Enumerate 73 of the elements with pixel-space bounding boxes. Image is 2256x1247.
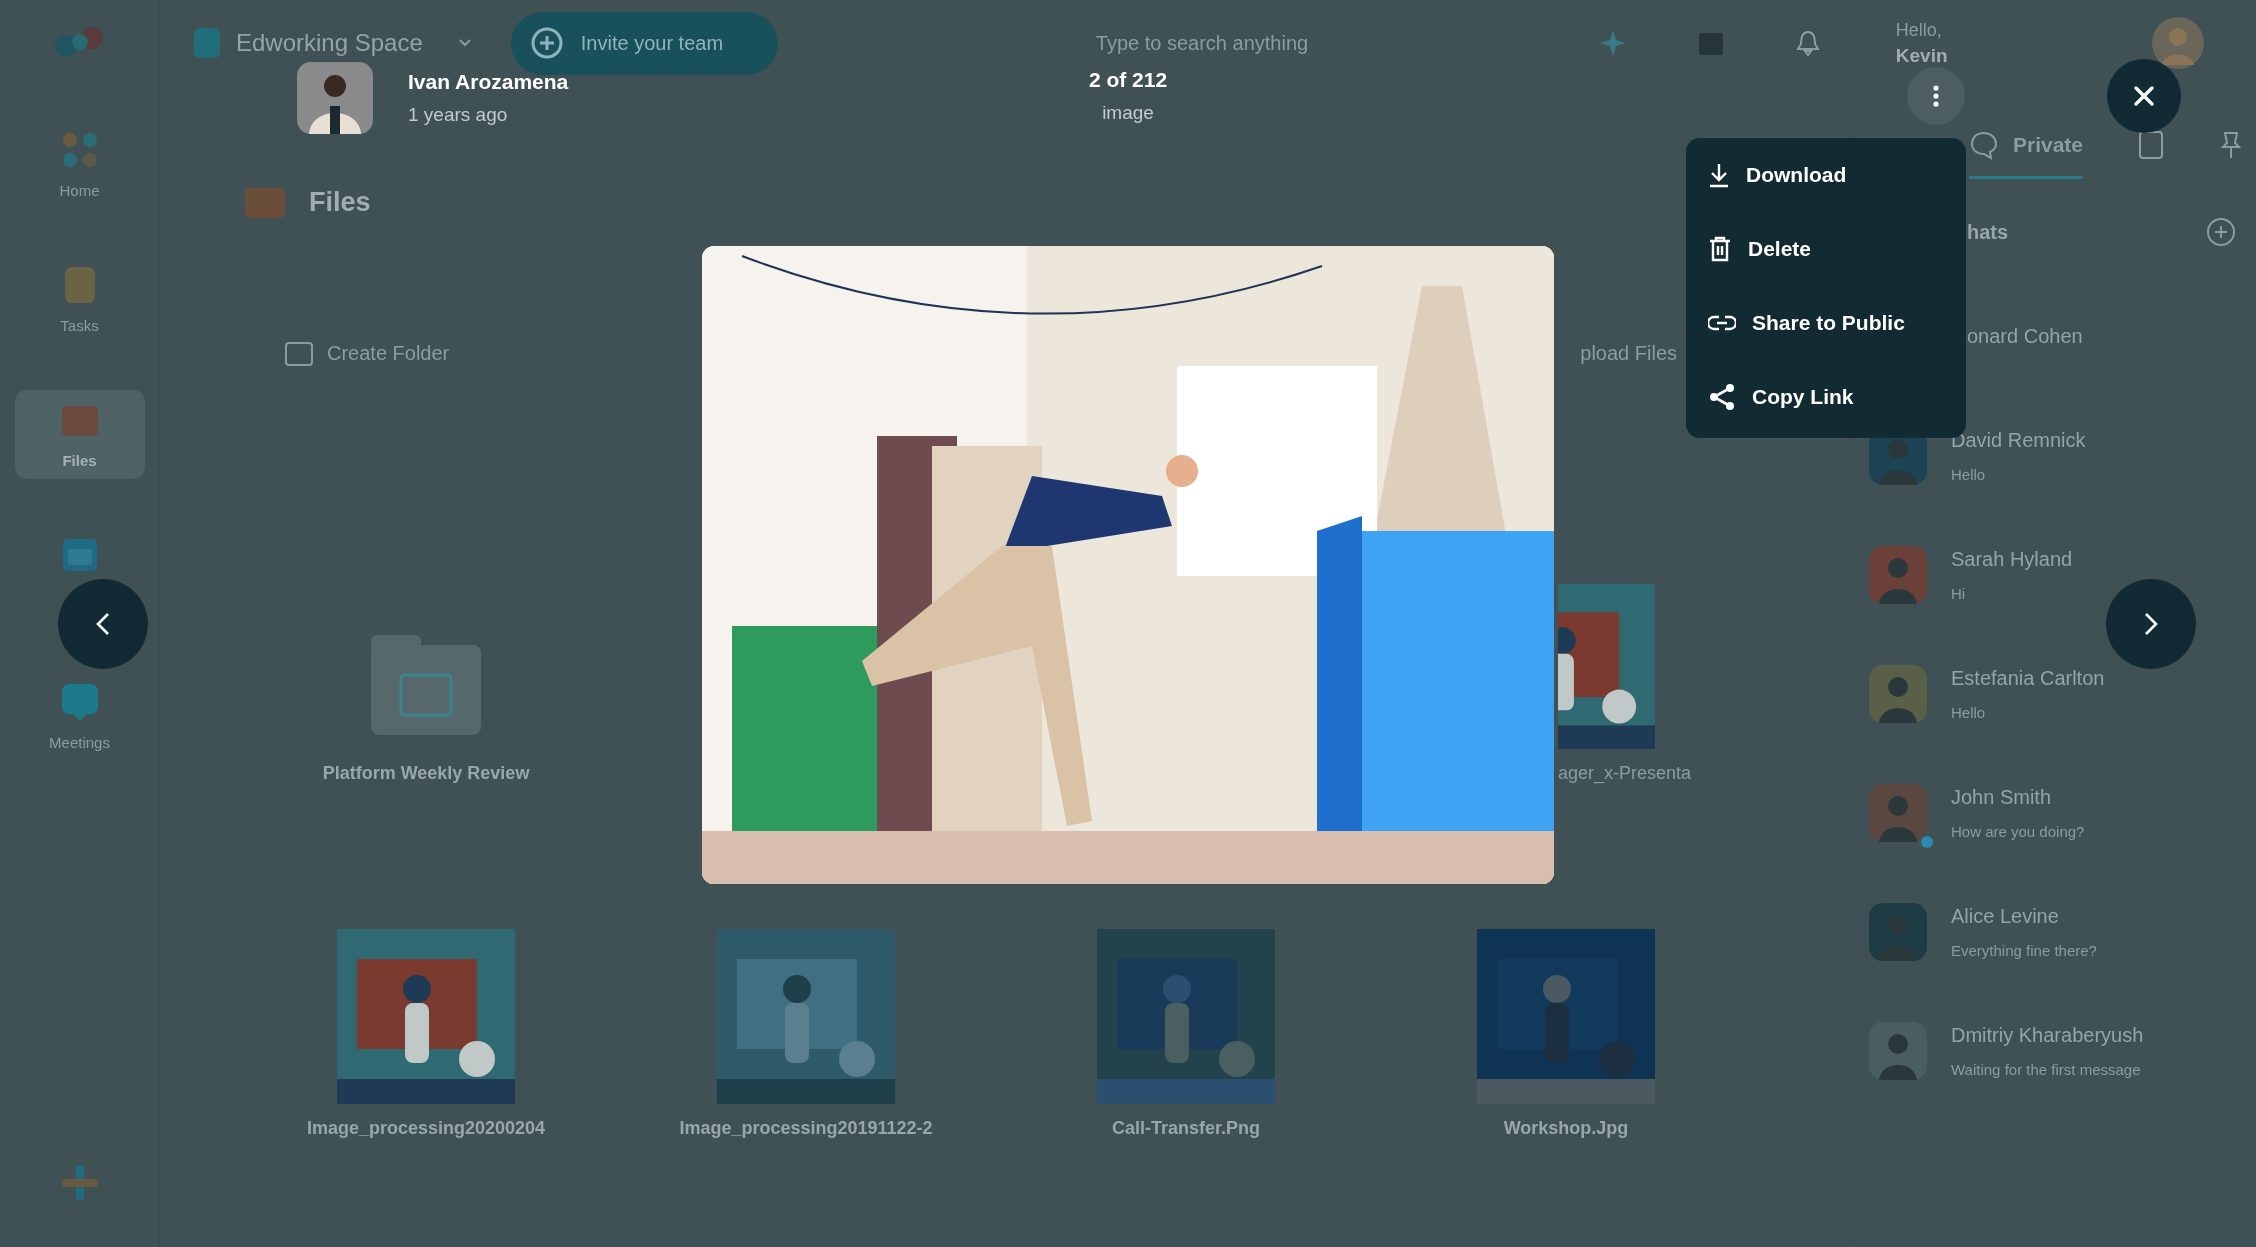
contact-name: Dmitriy Kharaberyush bbox=[1951, 1023, 2144, 1047]
trash-icon bbox=[1708, 236, 1732, 262]
menu-item[interactable]: Delete bbox=[1686, 212, 1966, 286]
workspace-icon bbox=[194, 28, 220, 58]
add-icon[interactable] bbox=[2206, 217, 2236, 247]
file-icon bbox=[2139, 131, 2164, 159]
message-preview: How are you doing? bbox=[1951, 822, 2085, 840]
link-icon bbox=[1708, 315, 1736, 331]
message-preview: Hello bbox=[1951, 465, 1987, 483]
section-title: hats bbox=[1967, 220, 2009, 244]
close-icon bbox=[2133, 85, 2155, 107]
chat-item[interactable]: Dmitriy Kharaberyush Waiting for the first message bbox=[1869, 991, 2256, 1110]
file-name[interactable]: Image_processing20191122-2 bbox=[679, 1118, 933, 1139]
folder-icon bbox=[285, 340, 313, 366]
search-field[interactable]: Type to search anything bbox=[1093, 30, 1528, 56]
chat-tab[interactable]: Private bbox=[1969, 130, 2084, 179]
calendar-icon[interactable] bbox=[1697, 30, 1724, 56]
plus-icon bbox=[530, 27, 563, 59]
download-icon bbox=[1708, 162, 1730, 188]
sparkle-icon[interactable] bbox=[1599, 30, 1626, 56]
avatar-icon[interactable] bbox=[2151, 17, 2204, 69]
message-preview: Hi bbox=[1951, 584, 1967, 602]
chat-icon bbox=[1969, 130, 1999, 160]
sidebar-item[interactable]: Meetings bbox=[14, 672, 145, 761]
folder-icon[interactable] bbox=[371, 635, 481, 735]
avatar-icon bbox=[1869, 664, 1927, 723]
avatar-icon bbox=[1869, 902, 1927, 961]
message-preview: Everything fine there? bbox=[1951, 941, 2097, 959]
invite-button[interactable]: Invite your team bbox=[510, 11, 778, 75]
chat-item[interactable]: Estefania Carlton Hello bbox=[1869, 634, 2256, 753]
image-counter: 2 of 212 bbox=[1088, 68, 1168, 92]
menu-item[interactable]: Share to Public bbox=[1686, 286, 1966, 360]
chat-item[interactable]: John Smith How are you doing? bbox=[1869, 753, 2256, 872]
file-name[interactable]: ager_x-Presenta bbox=[1558, 763, 1692, 784]
sidebar-item[interactable]: Files bbox=[14, 390, 145, 479]
bell-icon[interactable] bbox=[1795, 30, 1820, 56]
kebab-icon bbox=[1933, 85, 1939, 107]
share-icon bbox=[1708, 383, 1736, 411]
contact-name: Sarah Hyland bbox=[1951, 547, 2073, 571]
chat-item[interactable]: Alice Levine Everything fine there? bbox=[1869, 872, 2256, 991]
chevron-left-icon bbox=[96, 612, 110, 636]
upload-time: 1 years ago bbox=[408, 104, 509, 126]
sidebar-item[interactable]: Tasks bbox=[14, 255, 145, 344]
avatar-icon bbox=[1869, 1021, 1927, 1080]
avatar-icon bbox=[1869, 783, 1927, 842]
menu-item[interactable]: Copy Link bbox=[1686, 360, 1966, 434]
greeting-text: Hello, bbox=[1895, 19, 1943, 41]
avatar-icon bbox=[1869, 545, 1927, 604]
upload-files-button[interactable]: pload Files bbox=[1580, 341, 1677, 365]
file-name[interactable]: Platform Weekly Review bbox=[322, 763, 530, 784]
contact-name: Estefania Carlton bbox=[1951, 666, 2105, 690]
message-preview: Waiting for the first message bbox=[1951, 1060, 2142, 1078]
file-name[interactable]: Workshop.Jpg bbox=[1503, 1118, 1629, 1139]
create-folder-button[interactable]: Create Folder bbox=[285, 340, 450, 366]
user-name: Kevin bbox=[1895, 44, 1949, 67]
file-name[interactable]: Call-Transfer.Png bbox=[1111, 1118, 1260, 1139]
caret-icon[interactable] bbox=[458, 39, 471, 47]
chat-icon bbox=[59, 682, 100, 722]
chat-item[interactable]: Sarah Hyland Hi bbox=[1869, 515, 2256, 634]
pin-icon bbox=[2219, 131, 2244, 159]
online-dot bbox=[1921, 835, 1933, 848]
menu-item[interactable]: Download bbox=[1686, 138, 1966, 212]
file-name[interactable]: Image_processing20200204 bbox=[306, 1118, 546, 1139]
section-title: Files bbox=[309, 186, 371, 218]
folder-icon bbox=[245, 186, 285, 218]
message-preview: Hello bbox=[1951, 703, 1987, 721]
workspace-name[interactable]: Edworking Space bbox=[236, 29, 423, 57]
file-type: image bbox=[1102, 102, 1154, 124]
sidebar-item[interactable]: Home bbox=[14, 120, 145, 209]
contact-name: Alice Levine bbox=[1951, 904, 2060, 928]
chevron-right-icon bbox=[2144, 612, 2158, 636]
contact-name: John Smith bbox=[1951, 785, 2053, 809]
avatar-icon bbox=[297, 62, 373, 134]
